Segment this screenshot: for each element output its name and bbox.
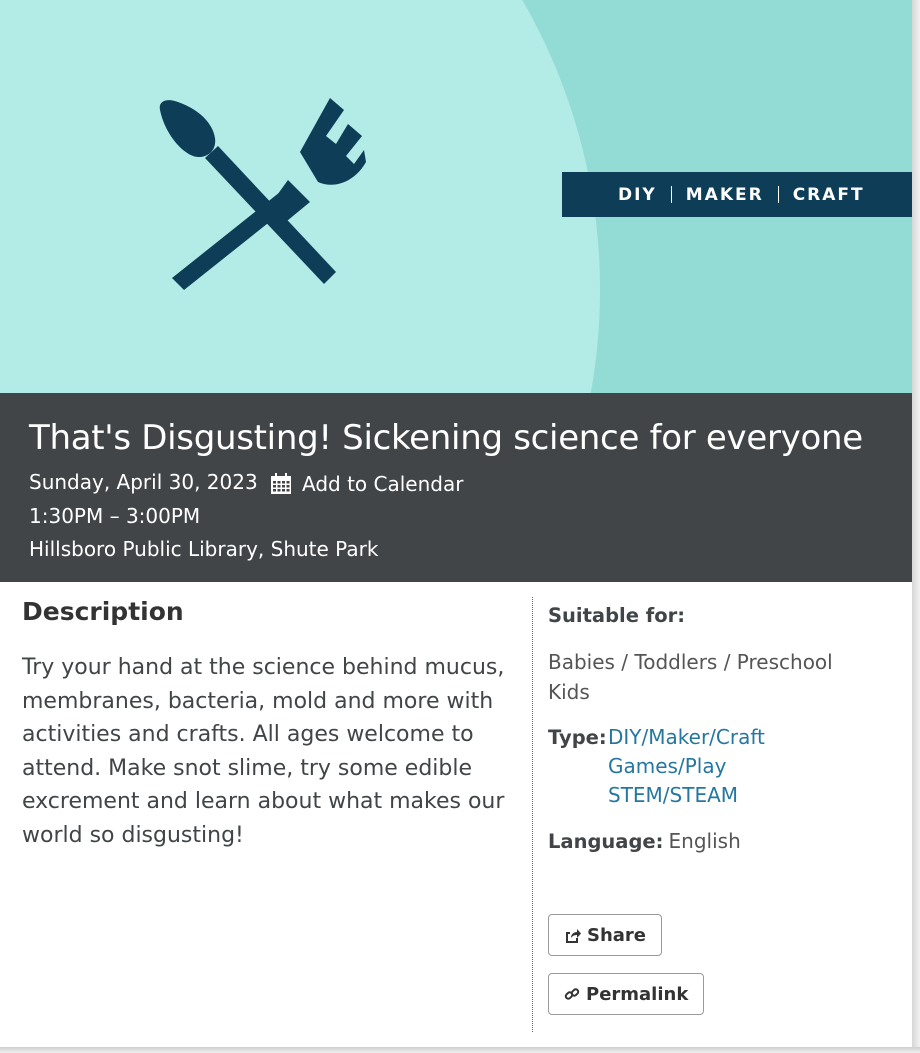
share-label: Share xyxy=(587,924,647,946)
type-link-games-play[interactable]: Games/Play xyxy=(608,752,765,781)
page-shadow-bottom xyxy=(0,1047,920,1053)
type-list: DIY/Maker/Craft Games/Play STEM/STEAM xyxy=(608,723,765,810)
event-hero-image: DIY MAKER CRAFT xyxy=(0,0,912,393)
banner-item-diy: DIY xyxy=(618,184,657,205)
permalink-label: Permalink xyxy=(586,983,689,1005)
description-text: Try your hand at the science behind mucu… xyxy=(22,655,505,848)
event-page: DIY MAKER CRAFT That's Disgusting! Sicke… xyxy=(0,0,912,1047)
banner-item-maker: MAKER xyxy=(685,184,764,205)
description-heading: Description xyxy=(22,597,184,626)
calendar-icon xyxy=(271,473,291,494)
share-icon xyxy=(566,928,581,943)
category-banner: DIY MAKER CRAFT xyxy=(562,172,912,217)
language-row: Language: English xyxy=(548,827,741,857)
add-to-calendar-label: Add to Calendar xyxy=(302,472,464,496)
event-date: Sunday, April 30, 2023 xyxy=(29,470,258,494)
type-label: Type: xyxy=(548,726,607,749)
permalink-button[interactable]: Permalink xyxy=(548,973,705,1015)
banner-item-craft: CRAFT xyxy=(792,184,865,205)
paintbrush-fork-icon xyxy=(159,98,366,290)
column-divider xyxy=(532,597,533,1032)
banner-separator xyxy=(777,186,779,203)
share-button[interactable]: Share xyxy=(548,914,663,956)
type-link-stem-steam[interactable]: STEM/STEAM xyxy=(608,781,765,810)
language-label: Language: xyxy=(548,830,664,853)
page-shadow-right xyxy=(912,0,920,1053)
suitable-for-label: Suitable for: xyxy=(548,604,686,627)
type-link-diy-maker-craft[interactable]: DIY/Maker/Craft xyxy=(608,723,765,752)
event-location: Hillsboro Public Library, Shute Park xyxy=(29,537,379,561)
language-value: English xyxy=(668,829,741,853)
suitable-for-value: Babies / Toddlers / Preschool Kids xyxy=(548,650,833,704)
event-time: 1:30PM – 3:00PM xyxy=(29,504,201,528)
event-title: That's Disgusting! Sickening science for… xyxy=(29,418,863,458)
add-to-calendar-link[interactable]: Add to Calendar xyxy=(270,471,463,497)
banner-separator xyxy=(670,186,672,203)
link-icon xyxy=(564,988,580,1000)
